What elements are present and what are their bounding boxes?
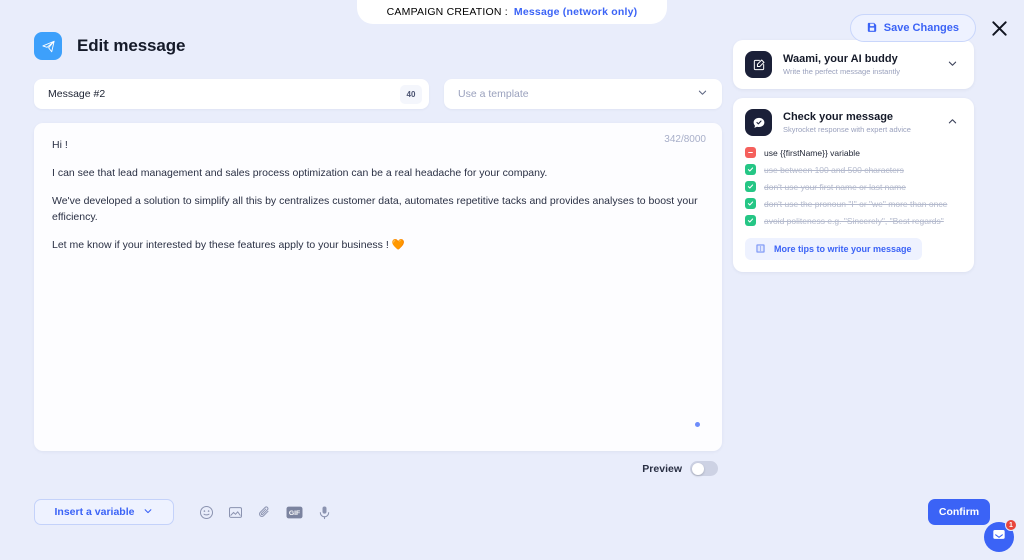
pass-icon <box>745 164 756 175</box>
checklist-label: use between 100 and 500 characters <box>764 164 904 175</box>
preview-toggle-row: Preview <box>34 461 722 476</box>
svg-text:GIF: GIF <box>289 510 300 517</box>
panel-check-message: Check your message Skyrocket response wi… <box>733 98 974 272</box>
message-line: We've developed a solution to simplify a… <box>52 195 698 223</box>
message-name-input[interactable]: Message #2 40 <box>34 79 429 109</box>
panel-ai-buddy: Waami, your AI buddy Write the perfect m… <box>733 40 974 89</box>
message-line: Hi ! <box>52 139 68 151</box>
checklist: use {{firstName}} variable use between 1… <box>733 147 974 272</box>
toolbar-icons: GIF <box>199 505 332 520</box>
preview-toggle[interactable] <box>690 461 718 476</box>
panel-ai-buddy-header[interactable]: Waami, your AI buddy Write the perfect m… <box>733 40 974 89</box>
top-actions: Save Changes <box>849 14 1010 42</box>
more-tips-button[interactable]: More tips to write your message <box>745 238 922 260</box>
checklist-item[interactable]: don't use the pronoun "I" or "we" more t… <box>745 198 962 209</box>
fail-icon <box>745 147 756 158</box>
campaign-value: Message (network only) <box>513 6 638 18</box>
emoji-icon[interactable] <box>199 505 214 520</box>
message-check-icon <box>745 109 772 136</box>
message-name-count-badge: 40 <box>400 84 422 104</box>
chevron-down-icon[interactable] <box>947 58 962 72</box>
message-line: I can see that lead management and sales… <box>52 167 548 180</box>
chevron-down-icon <box>697 85 708 103</box>
chat-notification-badge: 1 <box>1005 519 1017 531</box>
attachment-icon[interactable] <box>257 505 272 520</box>
chevron-up-icon[interactable] <box>947 116 962 130</box>
right-sidebar: Waami, your AI buddy Write the perfect m… <box>733 40 974 281</box>
campaign-breadcrumb: CAMPAIGN CREATION : Message (network onl… <box>357 0 667 24</box>
confirm-button[interactable]: Confirm <box>928 499 990 525</box>
image-icon[interactable] <box>228 505 243 520</box>
panel-check-message-header[interactable]: Check your message Skyrocket response wi… <box>733 98 974 147</box>
panel-subtitle: Skyrocket response with expert advice <box>783 124 911 134</box>
message-name-value: Message #2 <box>48 88 106 100</box>
resize-handle[interactable] <box>695 422 700 427</box>
close-icon[interactable] <box>988 17 1010 39</box>
preview-label: Preview <box>642 462 682 475</box>
checklist-item[interactable]: use {{firstName}} variable <box>745 147 962 158</box>
insert-variable-label: Insert a variable <box>54 506 135 518</box>
checklist-item[interactable]: use between 100 and 500 characters <box>745 164 962 175</box>
chat-launcher-button[interactable]: 1 <box>984 519 1017 552</box>
message-editor: Edit message Message #2 40 Use a templat… <box>34 32 722 476</box>
editor-fields: Message #2 40 Use a template <box>34 79 722 109</box>
campaign-label: CAMPAIGN CREATION : <box>386 6 508 18</box>
panel-check-message-text: Check your message Skyrocket response wi… <box>783 110 936 136</box>
confirm-label: Confirm <box>938 506 980 518</box>
microphone-icon[interactable] <box>317 505 332 520</box>
chevron-down-icon <box>143 506 153 519</box>
pass-icon <box>745 181 756 192</box>
character-counter: 342/8000 <box>664 134 706 145</box>
checklist-item[interactable]: avoid politeness e.g. "Sincerely", "Best… <box>745 215 962 226</box>
checklist-label: use {{firstName}} variable <box>764 147 860 158</box>
book-icon <box>755 243 766 256</box>
gif-icon[interactable]: GIF <box>286 506 303 519</box>
template-placeholder: Use a template <box>458 88 529 100</box>
template-select[interactable]: Use a template <box>444 79 722 109</box>
message-body-textarea[interactable]: 342/8000 Hi ! I can see that lead manage… <box>34 123 722 451</box>
checklist-item[interactable]: don't use your first name or last name <box>745 181 962 192</box>
panel-title: Check your message <box>783 110 894 123</box>
edit-square-icon <box>745 51 772 78</box>
pass-icon <box>745 215 756 226</box>
more-tips-label: More tips to write your message <box>774 244 912 254</box>
panel-ai-buddy-text: Waami, your AI buddy Write the perfect m… <box>783 52 936 78</box>
panel-subtitle: Write the perfect message instantly <box>783 66 900 76</box>
checklist-label: avoid politeness e.g. "Sincerely", "Best… <box>764 215 944 226</box>
editor-toolbar: Insert a variable GIF Confirm <box>34 499 990 525</box>
checklist-label: don't use your first name or last name <box>764 181 906 192</box>
panel-title: Waami, your AI buddy <box>783 52 898 65</box>
insert-variable-button[interactable]: Insert a variable <box>34 499 174 525</box>
checklist-label: don't use the pronoun "I" or "we" more t… <box>764 198 948 209</box>
message-line: Let me know if your interested by these … <box>52 238 405 251</box>
save-changes-button[interactable]: Save Changes <box>849 14 976 42</box>
editor-header: Edit message <box>34 32 722 60</box>
pass-icon <box>745 198 756 209</box>
save-disk-icon <box>867 22 877 35</box>
chat-bubble-icon <box>991 527 1007 548</box>
page-title: Edit message <box>77 36 186 55</box>
save-changes-label: Save Changes <box>883 22 959 34</box>
send-plane-icon <box>34 32 62 60</box>
